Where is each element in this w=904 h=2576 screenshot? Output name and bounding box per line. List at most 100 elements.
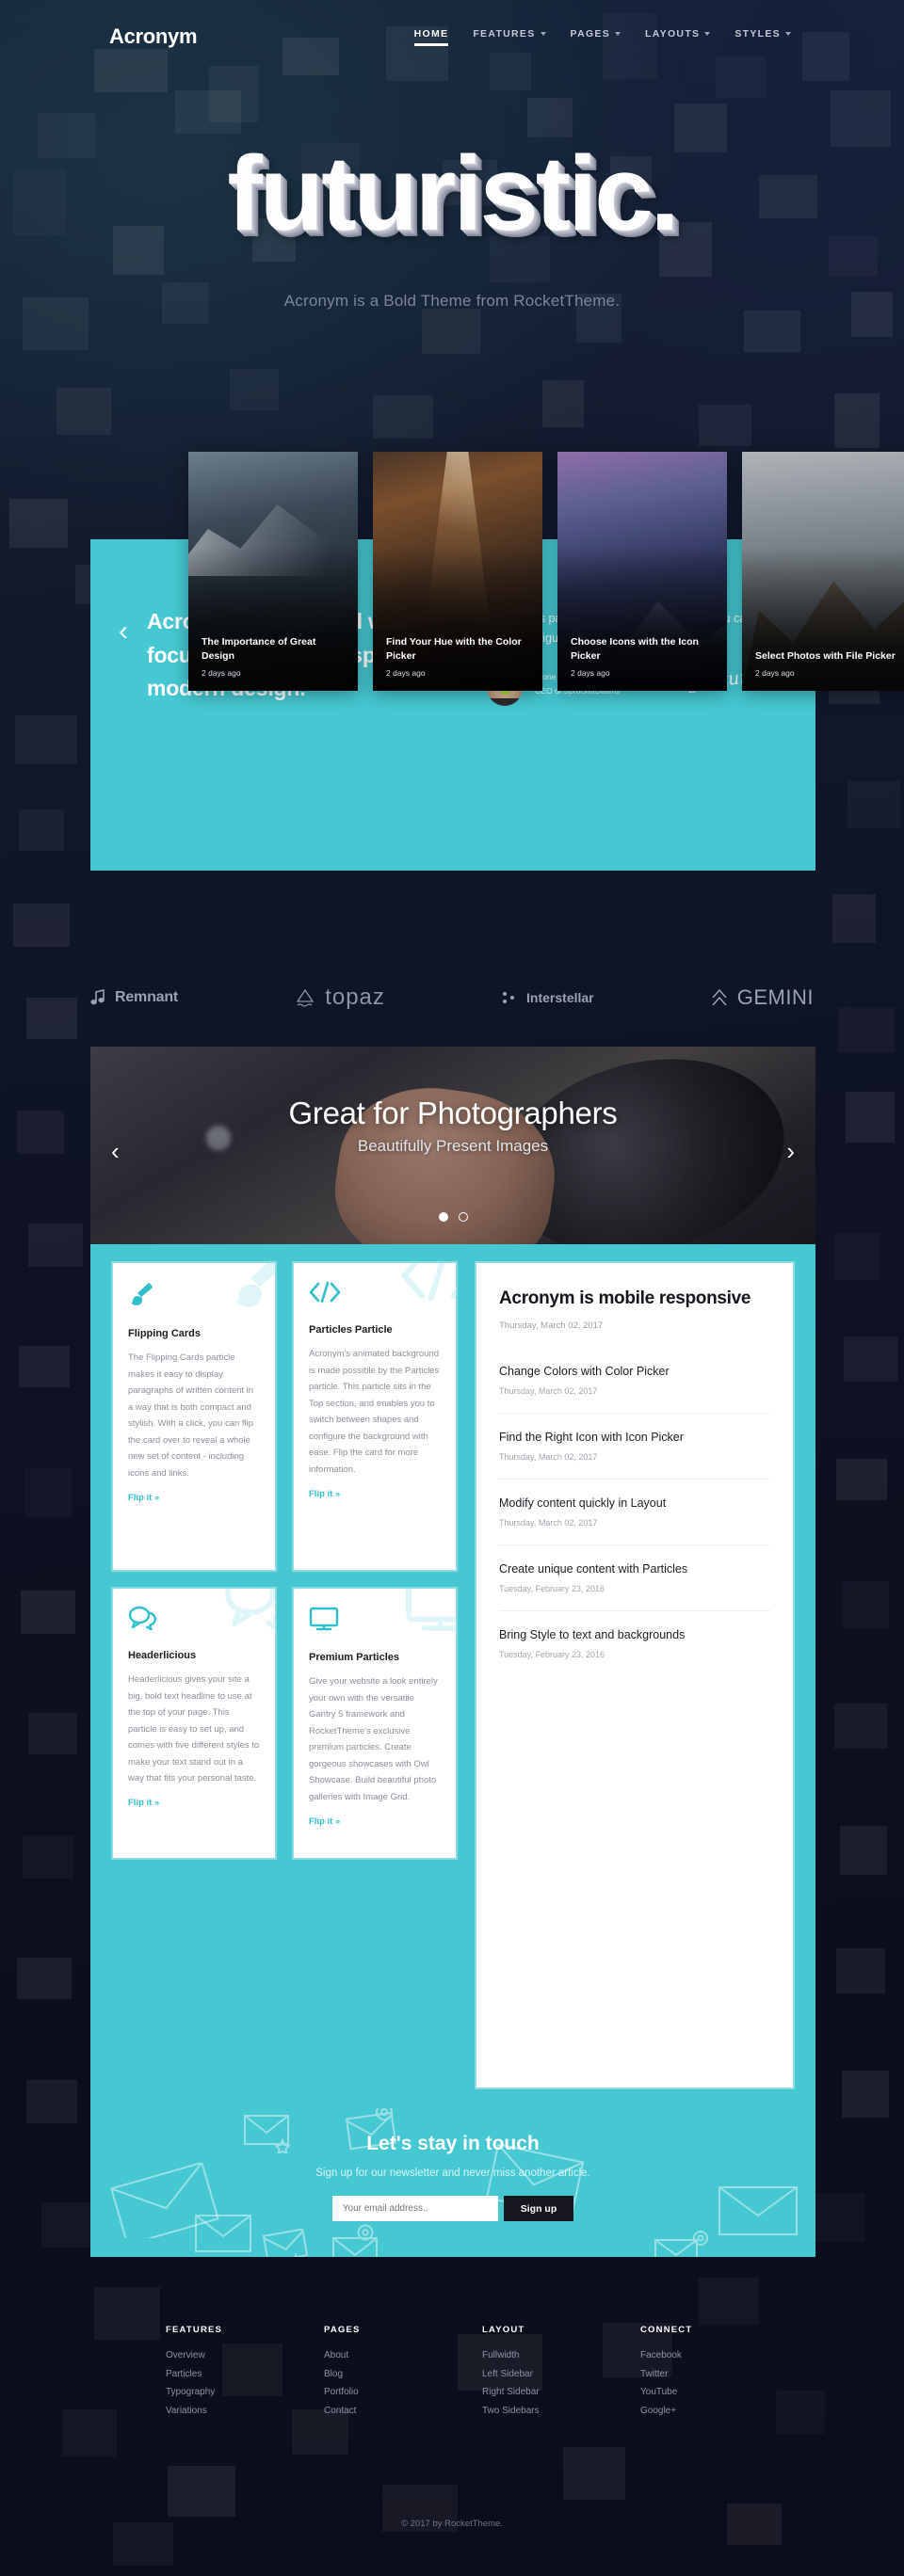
slider-subtitle: Beautifully Present Images: [357, 1137, 549, 1155]
showcase-card-date: 2 days ago: [386, 668, 426, 678]
flip-it-link[interactable]: Flip it »: [309, 1489, 441, 1499]
footer-column-heading: CONNECT: [640, 2325, 693, 2335]
brand-logos-row: Remnant topaz Interstellar GEMINI: [90, 969, 814, 1026]
feature-card-body: Acronym's animated background is made po…: [309, 1349, 440, 1475]
showcase-card[interactable]: Select Photos with File Picker 2 days ago: [742, 452, 904, 691]
main-content: Flipping Cards The Flipping Cards particl…: [90, 1244, 815, 2108]
newsletter-subtitle: Sign up for our newsletter and never mis…: [315, 2168, 590, 2179]
brand-remnant[interactable]: Remnant: [90, 989, 178, 1006]
news-list-item[interactable]: Modify content quickly in Layout Thursday…: [499, 1478, 770, 1528]
footer-link[interactable]: Fullwidth: [482, 2346, 580, 2365]
nav-item-label: FEATURES: [473, 27, 536, 40]
news-list-item[interactable]: Create unique content with Particles Tues…: [499, 1544, 770, 1593]
news-item-title: Change Colors with Color Picker: [499, 1364, 670, 1378]
flip-it-link[interactable]: Flip it »: [128, 1493, 260, 1503]
feature-card[interactable]: Particles Particle Acronym's animated bac…: [292, 1261, 458, 1572]
nav-item-features[interactable]: FEATURES: [473, 27, 546, 46]
paint-brush-icon: [128, 1280, 260, 1313]
footer-link[interactable]: Google+: [640, 2402, 738, 2421]
footer-link[interactable]: Typography: [166, 2383, 264, 2402]
nav-item-layouts[interactable]: LAYOUTS: [645, 28, 711, 46]
footer-link[interactable]: Blog: [324, 2365, 422, 2384]
nav-item-home[interactable]: HOME: [413, 28, 449, 46]
news-item-title: Create unique content with Particles: [499, 1561, 688, 1576]
chevron-down-icon: [785, 32, 791, 36]
news-list-item[interactable]: Find the Right Icon with Icon Picker Thur…: [499, 1412, 770, 1462]
news-lead-date: Thursday, March 02, 2017: [499, 1320, 604, 1331]
main-navigation: HOME FEATURES PAGES LAYOUTS STYLES: [413, 27, 791, 46]
showcase-card[interactable]: Find Your Hue with the Color Picker 2 day…: [373, 452, 542, 691]
news-list-item[interactable]: Change Colors with Color Picker Thursday,…: [499, 1348, 770, 1396]
code-brackets-icon: [309, 1280, 441, 1309]
newsletter-section: Let's stay in touch Sign up for our news…: [90, 2108, 815, 2257]
double-chevron-icon: [711, 987, 728, 1008]
feature-card[interactable]: Flipping Cards The Flipping Cards particl…: [111, 1261, 277, 1572]
showcase-card[interactable]: The Importance of Great Design 2 days ago: [188, 452, 358, 691]
footer-link[interactable]: Twitter: [640, 2365, 738, 2384]
feature-card-title: Premium Particles: [309, 1652, 399, 1663]
envelope-at-icon: [332, 2224, 378, 2257]
feature-card-body: The Flipping Cards particle makes it eas…: [128, 1352, 254, 1479]
news-lead-title[interactable]: Acronym is mobile responsive: [499, 1288, 770, 1311]
footer-link[interactable]: Right Sidebar: [482, 2383, 580, 2402]
nav-item-label: STYLES: [734, 27, 781, 40]
nav-item-styles[interactable]: STYLES: [734, 28, 791, 46]
site-footer: FEATURES Overview Particles Typography Varia…: [0, 2325, 904, 2420]
dots-icon: [502, 990, 517, 1005]
triangle-wave-icon: [295, 987, 315, 1008]
footer-column-heading: PAGES: [324, 2325, 361, 2335]
footer-link[interactable]: YouTube: [640, 2383, 738, 2402]
flip-it-link[interactable]: Flip it »: [309, 1816, 441, 1827]
feature-card-body: Headerlicious gives your site a big, bol…: [128, 1674, 260, 1784]
footer-link[interactable]: Overview: [166, 2346, 264, 2365]
footer-column: PAGES About Blog Portfolio Contact: [324, 2325, 422, 2420]
showcase-card-meta: Choose Icons with the Icon Picker 2 days …: [571, 635, 716, 678]
site-logo[interactable]: Acronym: [109, 24, 198, 49]
brand-gemini[interactable]: GEMINI: [711, 985, 814, 1010]
speech-bubbles-icon: [128, 1606, 260, 1635]
feature-card[interactable]: Headerlicious Headerlicious gives your si…: [111, 1587, 277, 1860]
feature-card-title: Flipping Cards: [128, 1328, 201, 1339]
footer-link[interactable]: Two Sidebars: [482, 2402, 580, 2421]
news-list-item[interactable]: Bring Style to text and backgrounds Tuesd…: [499, 1609, 770, 1659]
showcase-card-title: Find Your Hue with the Color Picker: [386, 635, 522, 662]
brand-label: GEMINI: [736, 985, 814, 1009]
footer-link[interactable]: Left Sidebar: [482, 2365, 580, 2384]
footer-column-heading: LAYOUT: [482, 2325, 525, 2335]
brand-label: topaz: [325, 984, 385, 1010]
footer-link[interactable]: About: [324, 2346, 422, 2365]
slider-pagination: [90, 1212, 815, 1222]
slider-next-icon[interactable]: ›: [786, 1137, 795, 1166]
flip-it-link[interactable]: Flip it »: [128, 1798, 260, 1808]
news-item-date: Tuesday, February 23, 2016: [499, 1649, 605, 1659]
footer-link[interactable]: Facebook: [640, 2346, 738, 2365]
showcase-card-title: Select Photos with File Picker: [755, 649, 896, 662]
signup-button[interactable]: Sign up: [503, 2196, 574, 2221]
chevron-down-icon: [704, 32, 711, 36]
slider-dot[interactable]: [438, 1212, 448, 1222]
showcase-card[interactable]: Choose Icons with the Icon Picker 2 days …: [557, 452, 727, 691]
slider-title: Great for Photographers: [288, 1096, 618, 1130]
slider-caption: Great for Photographers Beautifully Pres…: [90, 1096, 815, 1156]
footer-link[interactable]: Portfolio: [324, 2383, 422, 2402]
news-column: Acronym is mobile responsive Thursday, M…: [475, 1261, 795, 2089]
brand-topaz[interactable]: topaz: [295, 984, 385, 1011]
page-root: Acronym HOME FEATURES PAGES LAYOUTS STYLES f…: [0, 0, 904, 2576]
feature-card[interactable]: Premium Particles Give your website a loo…: [292, 1587, 458, 1860]
news-item-title: Bring Style to text and backgrounds: [499, 1627, 686, 1641]
copyright: © 2017 by RocketTheme.: [401, 2519, 503, 2529]
brand-interstellar[interactable]: Interstellar: [502, 990, 594, 1005]
footer-link[interactable]: Variations: [166, 2402, 264, 2421]
nav-item-pages[interactable]: PAGES: [571, 28, 622, 46]
feature-cards-column: Flipping Cards The Flipping Cards particl…: [111, 1261, 458, 2089]
email-field[interactable]: [331, 2196, 498, 2221]
footer-column: CONNECT Facebook Twitter YouTube Google+: [640, 2325, 738, 2420]
newsletter-form: Sign up: [90, 2196, 815, 2221]
footer-link[interactable]: Particles: [166, 2365, 264, 2384]
footer-link[interactable]: Contact: [324, 2402, 422, 2421]
slider-dot[interactable]: [458, 1212, 468, 1222]
site-header: Acronym HOME FEATURES PAGES LAYOUTS STYLES: [0, 0, 904, 73]
slider-prev-icon[interactable]: ‹: [111, 1137, 120, 1166]
showcase-prev-icon[interactable]: ‹: [119, 617, 128, 646]
feature-card-title: Headerlicious: [128, 1650, 197, 1661]
